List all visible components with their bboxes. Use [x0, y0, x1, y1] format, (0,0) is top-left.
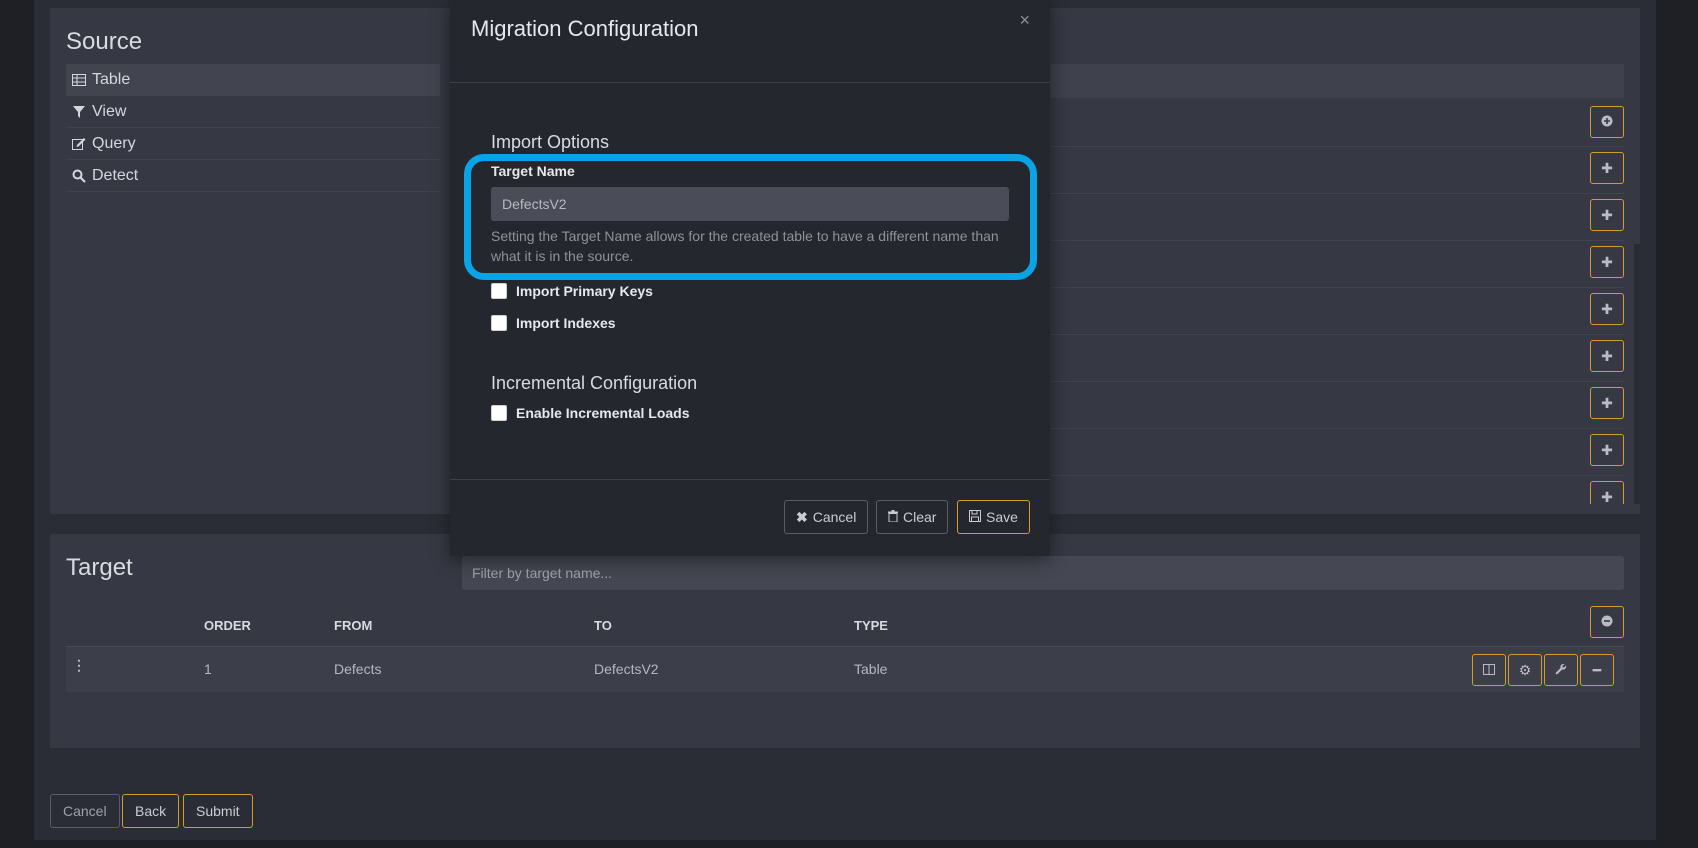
plus-circle-icon [1601, 114, 1613, 130]
add-all-button[interactable] [1590, 106, 1624, 138]
floppy-disk-icon [969, 509, 981, 525]
source-nav-view[interactable]: View [66, 96, 440, 128]
import-indexes-option[interactable]: Import Indexes [491, 315, 616, 331]
source-nav-detect[interactable]: Detect [66, 160, 440, 192]
modal-cancel-button[interactable]: ✖ Cancel [784, 500, 869, 534]
columns-button[interactable] [1472, 654, 1506, 686]
modal-clear-label: Clear [903, 509, 937, 525]
import-options-title: Import Options [491, 132, 610, 152]
modal-header-divider [450, 82, 1050, 83]
edit-icon [72, 137, 86, 150]
add-source-button[interactable]: ✚ [1590, 293, 1624, 325]
trash-icon [888, 509, 898, 525]
source-nav-table[interactable]: Table [66, 64, 440, 96]
import-primary-keys-option[interactable]: Import Primary Keys [491, 283, 653, 299]
column-header-type[interactable]: TYPE [854, 618, 888, 638]
import-indexes-label: Import Indexes [516, 315, 616, 331]
columns-icon [1483, 662, 1495, 678]
configure-button[interactable] [1544, 654, 1578, 686]
column-header-order[interactable]: ORDER [204, 618, 251, 638]
row-from: Defects [334, 661, 382, 677]
plus-icon: ✚ [1601, 489, 1613, 504]
submit-button[interactable]: Submit [183, 794, 253, 828]
wrench-icon [1555, 662, 1567, 678]
import-primary-keys-label: Import Primary Keys [516, 283, 653, 299]
modal-clear-button[interactable]: Clear [876, 500, 949, 534]
minus-circle-icon [1601, 614, 1613, 630]
target-panel: Target ORDER FROM TO TYPE ⋮ 1 Defects De… [50, 534, 1640, 748]
modal-footer-divider [450, 479, 1050, 480]
plus-icon: ✚ [1601, 394, 1613, 411]
remove-all-button[interactable] [1590, 606, 1624, 638]
add-source-button[interactable]: ✚ [1590, 387, 1624, 419]
back-button[interactable]: Back [122, 794, 180, 828]
add-source-button[interactable]: ✚ [1590, 246, 1624, 278]
target-name-input[interactable] [491, 187, 1009, 221]
close-icon[interactable]: × [1019, 10, 1030, 31]
plus-icon: ✚ [1601, 253, 1613, 270]
target-title: Target [66, 554, 133, 581]
times-icon: ✖ [796, 508, 808, 525]
source-nav-label: Table [92, 70, 131, 88]
incremental-config-title: Incremental Configuration [491, 373, 698, 393]
add-source-button[interactable]: ✚ [1590, 340, 1624, 372]
source-nav-label: Query [92, 134, 136, 152]
modal-save-button[interactable]: Save [957, 500, 1030, 534]
column-header-to[interactable]: TO [594, 618, 612, 638]
add-source-button[interactable]: ✚ [1590, 481, 1624, 504]
plus-icon: ✚ [1601, 159, 1613, 176]
minus-icon: ━ [1592, 661, 1602, 678]
source-nav-label: Detect [92, 166, 139, 184]
add-source-button[interactable]: ✚ [1590, 152, 1624, 184]
modal-save-label: Save [986, 509, 1018, 525]
modal-cancel-label: Cancel [812, 509, 857, 525]
filter-icon [72, 105, 86, 118]
settings-button[interactable]: ⚙ [1508, 654, 1542, 686]
row-order: 1 [204, 661, 212, 677]
enable-incremental-label: Enable Incremental Loads [516, 405, 690, 421]
cancel-button[interactable]: Cancel [50, 794, 120, 828]
add-source-button[interactable]: ✚ [1590, 199, 1624, 231]
target-name-help: Setting the Target Name allows for the c… [491, 228, 999, 264]
row-type: Table [854, 661, 888, 677]
plus-icon: ✚ [1601, 347, 1613, 364]
plus-icon: ✚ [1601, 206, 1613, 223]
enable-incremental-option[interactable]: Enable Incremental Loads [491, 405, 690, 421]
table-icon [72, 73, 86, 86]
remove-row-button[interactable]: ━ [1580, 654, 1614, 686]
migration-config-modal: Migration Configuration × Import Options… [450, 0, 1050, 556]
modal-title: Migration Configuration [471, 16, 699, 41]
column-header-from[interactable]: FROM [334, 618, 372, 638]
target-name-label: Target Name [491, 163, 575, 179]
source-scrollbar[interactable] [1634, 244, 1640, 504]
table-row[interactable]: ⋮ 1 Defects DefectsV2 Table ⚙ ━ [66, 646, 1624, 692]
enable-incremental-checkbox[interactable] [491, 405, 507, 421]
source-nav: Table View Query Detect [66, 64, 440, 192]
drag-handle-icon[interactable]: ⋮ [72, 657, 86, 674]
source-nav-query[interactable]: Query [66, 128, 440, 160]
import-indexes-checkbox[interactable] [491, 315, 507, 331]
source-title: Source [66, 28, 143, 55]
source-nav-label: View [92, 102, 127, 120]
target-filter-input[interactable] [462, 556, 1624, 590]
search-icon [72, 169, 86, 183]
add-source-button[interactable]: ✚ [1590, 434, 1624, 466]
plus-icon: ✚ [1601, 300, 1613, 317]
plus-icon: ✚ [1601, 441, 1613, 458]
import-primary-keys-checkbox[interactable] [491, 283, 507, 299]
gear-icon: ⚙ [1518, 661, 1532, 678]
row-to: DefectsV2 [594, 661, 659, 677]
